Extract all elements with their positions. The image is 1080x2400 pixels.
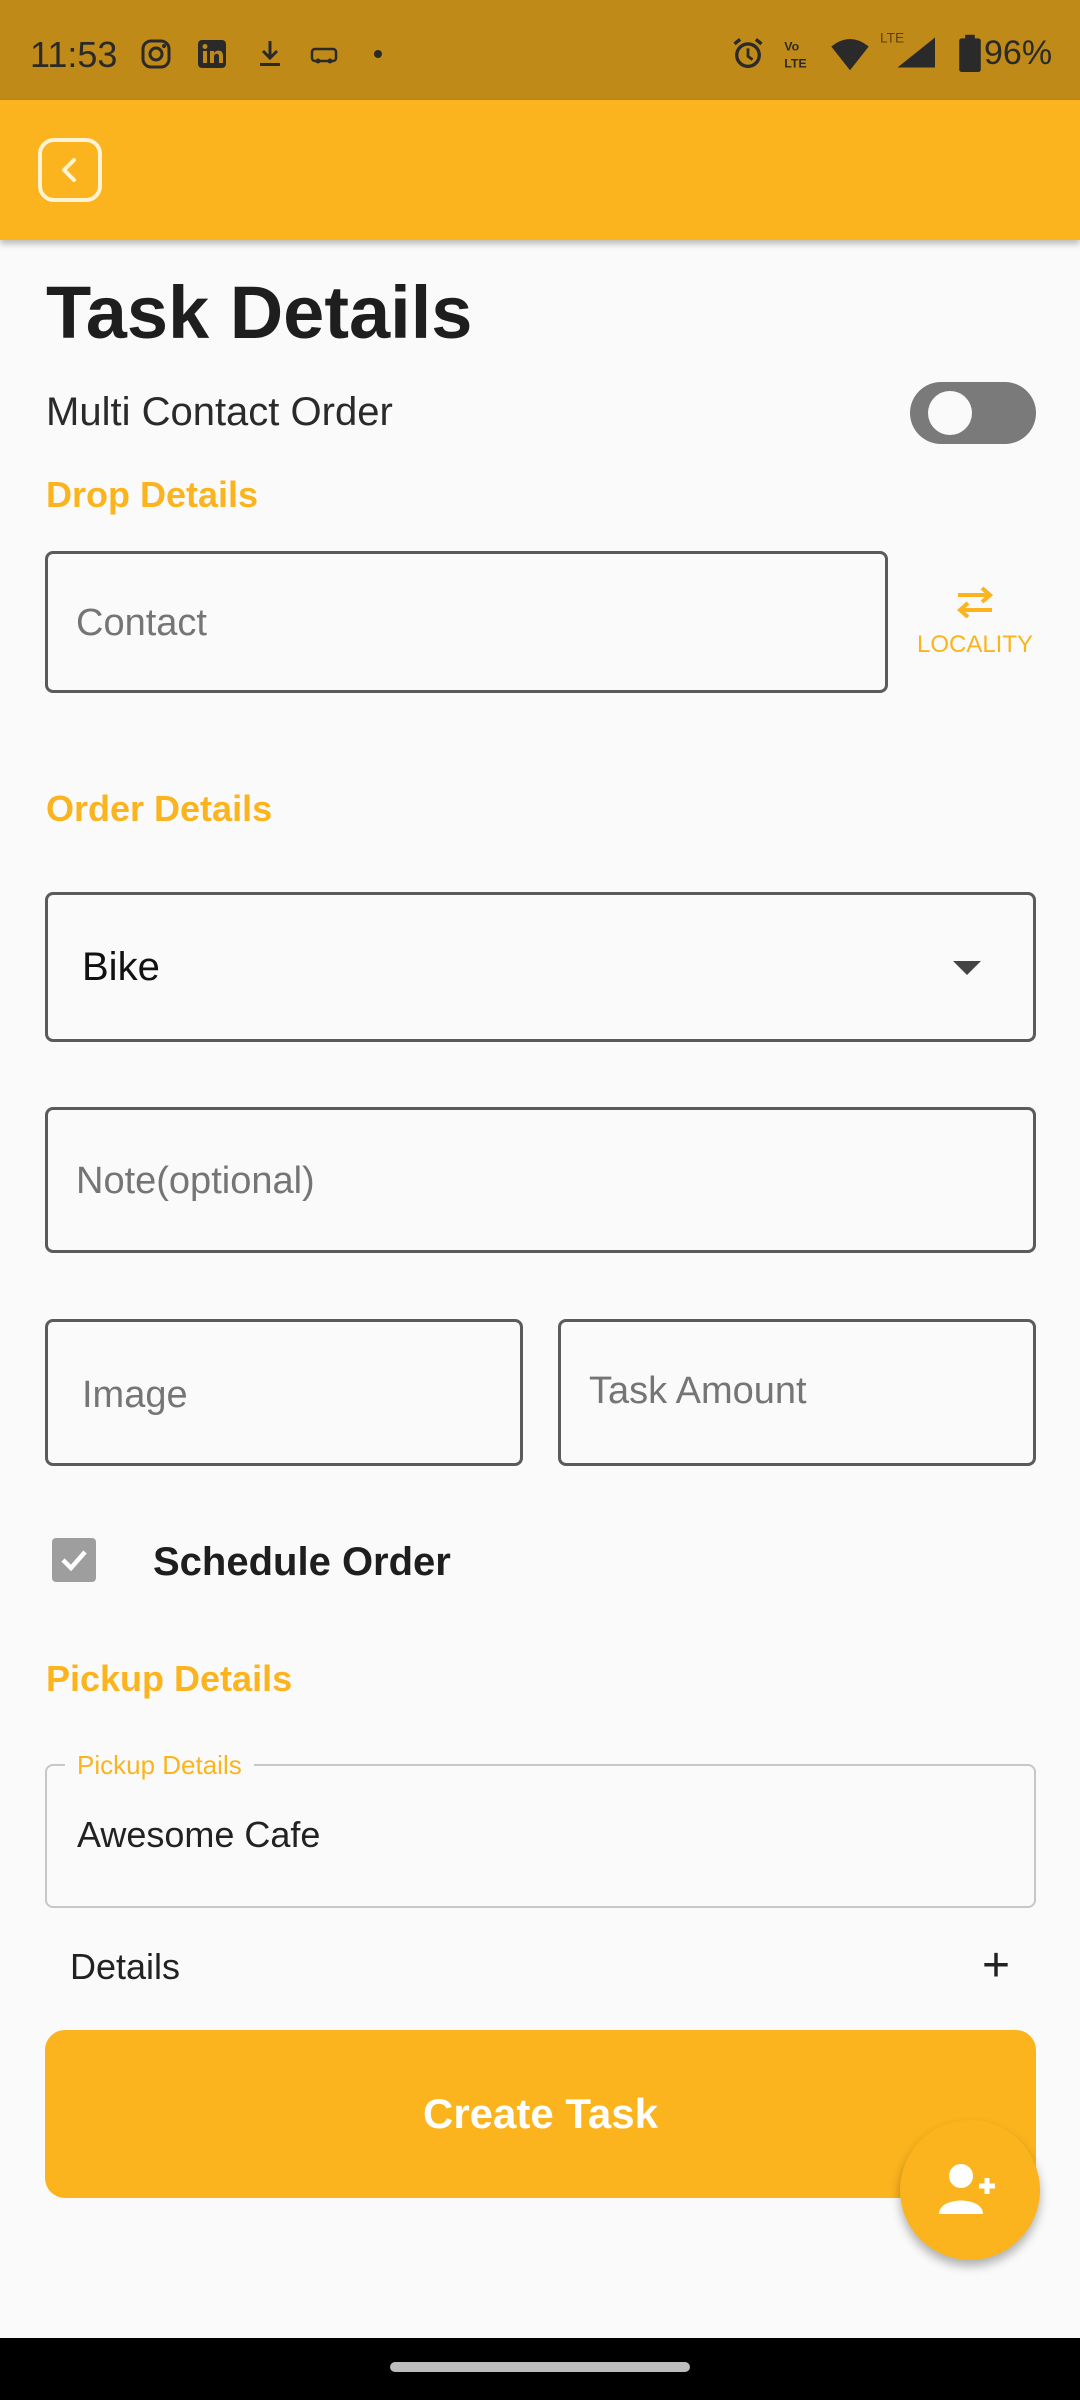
back-button[interactable] <box>38 138 102 202</box>
pickup-details-field[interactable]: Pickup Details Awesome Cafe <box>45 1750 1036 1908</box>
task-amount-placeholder: Task Amount <box>589 1370 807 1412</box>
pickup-field-label: Pickup Details <box>65 1750 254 1781</box>
locality-button[interactable]: LOCALITY <box>910 582 1040 659</box>
details-expander[interactable]: Details + <box>70 1942 1010 1996</box>
alarm-icon <box>733 38 763 69</box>
network-label: LTE <box>880 31 904 46</box>
image-placeholder: Image <box>82 1374 188 1416</box>
status-time: 11:53 <box>30 34 118 75</box>
chevron-left-icon <box>62 158 76 182</box>
add-contact-fab[interactable] <box>900 2120 1040 2260</box>
swap-arrows-icon <box>956 586 994 619</box>
contact-placeholder: Contact <box>76 602 207 644</box>
locality-label: LOCALITY <box>916 631 1034 658</box>
pickup-details-heading: Pickup Details <box>46 1658 293 1699</box>
page-title: Task Details <box>46 271 473 354</box>
drop-details-heading: Drop Details <box>46 474 259 515</box>
multi-contact-label: Multi Contact Order <box>46 390 393 434</box>
app-bar <box>0 100 1080 240</box>
add-person-icon <box>939 2164 995 2214</box>
home-gesture-handle[interactable] <box>390 2362 690 2372</box>
schedule-order-label: Schedule Order <box>153 1540 451 1584</box>
note-field[interactable]: Note(optional) <box>45 1107 1036 1253</box>
create-task-label: Create Task <box>422 2090 659 2137</box>
order-details-heading: Order Details <box>46 788 273 829</box>
plus-icon[interactable]: + <box>982 1942 1010 1990</box>
image-field[interactable]: Image <box>45 1319 523 1466</box>
pickup-value: Awesome Cafe <box>77 1814 321 1855</box>
signal-icon: LTE <box>880 31 935 68</box>
note-placeholder: Note(optional) <box>76 1160 315 1202</box>
battery-percent: 96% <box>984 34 1053 72</box>
vehicle-dropdown[interactable]: Bike <box>45 892 1036 1042</box>
check-icon <box>61 1550 87 1572</box>
download-icon <box>260 41 280 66</box>
battery-icon <box>959 34 981 72</box>
contact-field[interactable]: Contact <box>45 551 888 693</box>
volte-icon: Vo LTE <box>784 40 806 71</box>
schedule-order-checkbox[interactable] <box>52 1538 96 1582</box>
caret-down-icon <box>953 961 981 975</box>
svg-text:Vo: Vo <box>784 40 799 54</box>
wifi-icon <box>831 39 869 71</box>
svg-text:LTE: LTE <box>784 57 806 71</box>
multi-contact-toggle[interactable] <box>910 382 1036 444</box>
car-icon <box>310 47 338 64</box>
dot-icon <box>374 50 382 58</box>
task-amount-field[interactable]: Task Amount <box>558 1319 1036 1466</box>
instagram-icon <box>141 39 171 69</box>
status-bar: 11:53 Vo LTE LTE 96% <box>0 0 1080 100</box>
create-task-button[interactable]: Create Task <box>45 2030 1036 2198</box>
linkedin-icon <box>198 40 226 68</box>
vehicle-selected-value: Bike <box>82 945 160 989</box>
toggle-knob <box>928 391 972 435</box>
system-nav-bar <box>0 2338 1080 2400</box>
details-label: Details <box>70 1946 181 1987</box>
